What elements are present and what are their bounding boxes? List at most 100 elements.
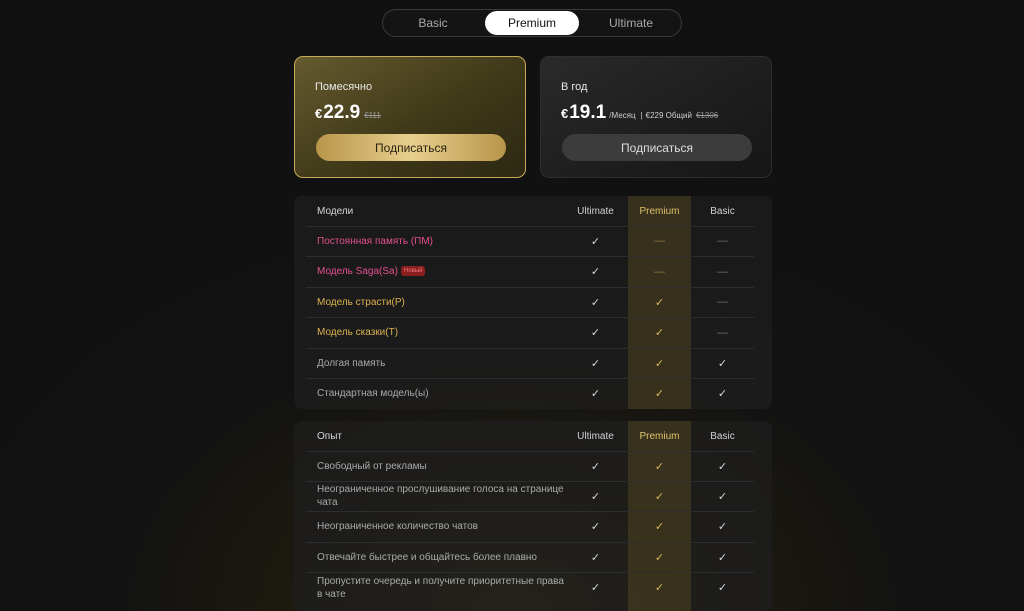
- table-header-label: Опыт: [317, 430, 342, 442]
- table-header-label: Модели: [317, 205, 354, 217]
- yearly-old-total: €1306: [695, 111, 719, 120]
- table-header-row: Опыт Ultimate Premium Basic: [294, 421, 772, 451]
- table-row: Постоянная память (ПМ) ✓ — —: [294, 226, 772, 256]
- cell-premium: ✓: [628, 296, 691, 309]
- table-row: Неограниченное прослушивание голоса на с…: [294, 481, 772, 511]
- cell-ultimate: ✓: [564, 357, 627, 370]
- feature-label-text: Модель сказки(T): [317, 327, 399, 338]
- monthly-old-price: €111: [364, 111, 381, 120]
- check-icon: ✓: [654, 327, 665, 339]
- check-icon: ✓: [590, 327, 601, 339]
- monthly-plan-card[interactable]: Помесячно € 22.9 €111 Подписаться: [294, 56, 526, 178]
- tab-basic[interactable]: Basic: [386, 11, 480, 35]
- feature-label: Модель сказки(T): [317, 326, 567, 339]
- feature-label-text: Долгая память: [317, 357, 386, 369]
- plan-tabs: Basic Premium Ultimate: [382, 9, 682, 37]
- check-icon: ✓: [590, 460, 601, 473]
- table-row: Отвечайте быстрее и общайтесь более плав…: [294, 542, 772, 572]
- check-icon: ✓: [717, 521, 728, 533]
- cell-premium: ✓: [628, 387, 691, 400]
- check-icon: ✓: [590, 582, 601, 594]
- cell-premium: ✓: [628, 460, 691, 473]
- cell-basic: —: [691, 327, 754, 339]
- table-row: Пропустите очередь и получите приоритетн…: [294, 572, 772, 603]
- column-header-basic: Basic: [710, 430, 735, 442]
- feature-label-text: Модель страсти(P): [317, 296, 405, 308]
- feature-label: Неограниченное прослушивание голоса на с…: [317, 483, 567, 509]
- cell-basic: —: [691, 296, 754, 308]
- check-icon: ✓: [654, 582, 665, 594]
- tab-ultimate[interactable]: Ultimate: [584, 11, 678, 35]
- feature-label-text: Стандартная модель(ы): [317, 388, 429, 399]
- monthly-price-value: 22.9: [323, 102, 361, 123]
- check-icon: ✓: [590, 296, 601, 309]
- column-header-premium: Premium: [639, 205, 680, 217]
- column-header-ultimate: Ultimate: [577, 430, 614, 442]
- cell-basic: —: [691, 235, 754, 247]
- cell-basic: ✓: [691, 460, 754, 473]
- check-icon: ✓: [590, 490, 601, 503]
- table-row: Модель страсти(P) ✓ ✓ —: [294, 287, 772, 317]
- cell-basic: ✓: [691, 551, 754, 564]
- experience-comparison-table: Опыт Ultimate Premium Basic Свободный от рек…: [294, 421, 772, 611]
- monthly-price: € 22.9 €111: [315, 102, 505, 124]
- yearly-plan-title: В год: [561, 81, 588, 93]
- feature-label-text: Постоянная память (ПМ): [317, 235, 434, 247]
- check-icon: ✓: [654, 551, 665, 564]
- monthly-plan-title: Помесячно: [315, 81, 373, 93]
- check-icon: ✓: [590, 521, 601, 533]
- table-row: Неограниченное количество чатов ✓ ✓ ✓: [294, 511, 772, 542]
- feature-label: Постоянная память (ПМ): [317, 235, 567, 248]
- yearly-subscribe-button[interactable]: Подписаться: [562, 134, 752, 161]
- feature-label: Неограниченное количество чатов: [317, 520, 567, 533]
- check-icon: ✓: [717, 357, 728, 370]
- check-icon: ✓: [717, 388, 728, 400]
- column-header-basic: Basic: [710, 205, 735, 217]
- dash-icon: —: [717, 265, 728, 278]
- check-icon: ✓: [717, 460, 728, 473]
- cell-premium: ✓: [628, 551, 691, 564]
- yearly-currency: €: [561, 106, 569, 121]
- table-row: Стандартная модель(ы) ✓ ✓ ✓: [294, 378, 772, 409]
- cell-ultimate: ✓: [564, 490, 627, 503]
- yearly-total: €229 Общий: [645, 111, 692, 120]
- cell-premium: ✓: [628, 581, 691, 594]
- check-icon: ✓: [717, 582, 728, 594]
- cell-premium: ✓: [628, 326, 691, 339]
- cell-premium: ✓: [628, 520, 691, 533]
- cell-basic: —: [691, 266, 754, 278]
- cell-basic: ✓: [691, 490, 754, 503]
- dash-icon: —: [717, 296, 728, 308]
- check-icon: ✓: [654, 460, 665, 473]
- cell-basic: ✓: [691, 387, 754, 400]
- monthly-subscribe-button[interactable]: Подписаться: [316, 134, 506, 161]
- cell-premium: ✓: [628, 490, 691, 503]
- table-header-row: Модели Ultimate Premium Basic: [294, 196, 772, 226]
- feature-label: Модель страсти(P): [317, 296, 567, 309]
- check-icon: ✓: [654, 357, 665, 370]
- feature-label-text: Отвечайте быстрее и общайтесь более плав…: [317, 551, 537, 563]
- check-icon: ✓: [717, 490, 728, 503]
- yearly-separator: |: [640, 111, 643, 120]
- feature-label-text: Неограниченное количество чатов: [317, 521, 478, 532]
- table-row: Модель Saga(Sa) Новый ✓ — —: [294, 256, 772, 287]
- table-row: Модель сказки(T) ✓ ✓ —: [294, 317, 772, 348]
- dash-icon: —: [717, 235, 728, 247]
- monthly-currency: €: [315, 106, 323, 121]
- check-icon: ✓: [590, 235, 601, 248]
- table-row: Долгая память ✓ ✓ ✓: [294, 348, 772, 378]
- feature-label: Пропустите очередь и получите приоритетн…: [317, 575, 567, 601]
- dash-icon: —: [654, 235, 665, 247]
- cell-premium: ✓: [628, 357, 691, 370]
- cell-ultimate: ✓: [564, 387, 627, 400]
- yearly-plan-card[interactable]: В год € 19.1 /Месяц | €229 Общий €1306 П…: [540, 56, 772, 178]
- yearly-price: € 19.1 /Месяц | €229 Общий €1306: [561, 102, 751, 124]
- new-badge: Новый: [400, 266, 426, 277]
- yearly-price-value: 19.1: [569, 102, 607, 123]
- tab-premium[interactable]: Premium: [485, 11, 579, 35]
- feature-label: Модель Saga(Sa) Новый: [317, 265, 567, 278]
- feature-label: Свободный от рекламы: [317, 460, 567, 473]
- cell-basic: ✓: [691, 520, 754, 533]
- feature-label-text: Свободный от рекламы: [317, 460, 427, 472]
- cell-ultimate: ✓: [564, 460, 627, 473]
